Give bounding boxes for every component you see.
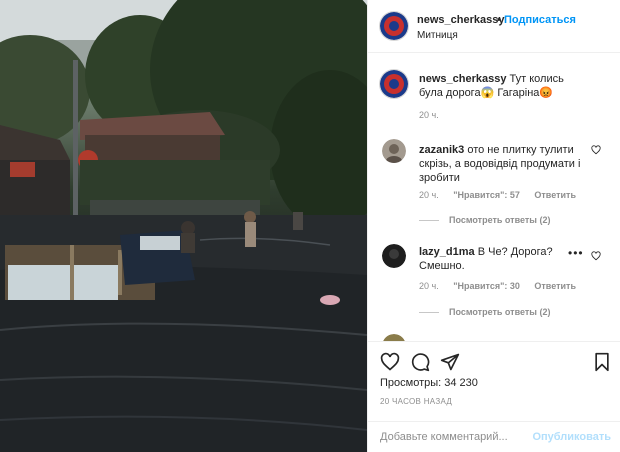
comment-body: lazy_d1ma В Че? Дорога? Смешно. (419, 245, 559, 273)
comment-time: 20 ч. (419, 281, 439, 291)
add-comment-bar: Опубликовать (368, 421, 620, 452)
comment-username[interactable]: zazanik3 (419, 144, 464, 156)
post-side-panel: news_cherkassy • Подписаться Митниця new… (367, 0, 620, 452)
user-photo-icon (382, 139, 406, 163)
share-icon[interactable] (440, 352, 460, 372)
avatar[interactable] (380, 12, 408, 40)
caption-time: 20 ч. (419, 110, 439, 120)
post-header: news_cherkassy • Подписаться Митниця (368, 0, 620, 53)
post-caption: news_cherkassy Тут колись була дорога😱 Г… (419, 72, 569, 100)
caption-avatar[interactable] (380, 70, 408, 98)
separator-dot: • (497, 14, 501, 26)
comment-avatar[interactable] (382, 139, 406, 163)
post-actions: Просмотры: 34 230 20 ЧАСОВ НАЗАД (368, 341, 620, 421)
comment-meta: 20 ч. "Нравится": 57 Ответить (419, 190, 576, 200)
comment-icon[interactable] (410, 352, 430, 372)
reply-button[interactable]: Ответить (534, 281, 576, 291)
comment-likes[interactable]: "Нравится": 30 (453, 281, 520, 291)
post-location[interactable]: Митниця (417, 30, 458, 41)
like-comment-heart-icon[interactable] (591, 145, 601, 155)
heart-icon[interactable] (380, 352, 400, 372)
post-author-username[interactable]: news_cherkassy (417, 14, 504, 26)
view-replies-label: Посмотреть ответы (2) (449, 215, 551, 225)
replies-line (419, 220, 439, 222)
views-count[interactable]: Просмотры: 34 230 (380, 377, 478, 389)
view-replies-label: Посмотреть ответы (2) (449, 307, 551, 317)
user-photo-icon (382, 244, 406, 268)
publish-button[interactable]: Опубликовать (532, 431, 611, 443)
like-comment-heart-icon[interactable] (591, 251, 601, 261)
post-time-ago: 20 ЧАСОВ НАЗАД (380, 397, 453, 406)
caption-username[interactable]: news_cherkassy (419, 73, 506, 85)
bookmark-icon[interactable] (592, 352, 612, 372)
comment-avatar[interactable] (382, 334, 406, 341)
replies-line (419, 312, 439, 314)
comments-list[interactable]: news_cherkassy Тут колись була дорога😱 Г… (368, 54, 620, 341)
view-replies-button[interactable]: Посмотреть ответы (2) (419, 215, 550, 225)
comment-username[interactable]: lazy_d1ma (419, 246, 475, 258)
avatar-logo-icon (380, 70, 408, 98)
follow-button[interactable]: Подписаться (504, 14, 576, 26)
comment-time: 20 ч. (419, 190, 439, 200)
comment-avatar[interactable] (382, 244, 406, 268)
comment-meta: 20 ч. "Нравится": 30 Ответить (419, 281, 576, 291)
flooded-street-photo (0, 0, 367, 452)
avatar-logo-icon (380, 12, 408, 40)
view-replies-button[interactable]: Посмотреть ответы (2) (419, 307, 550, 317)
user-photo-icon (383, 334, 405, 341)
comment-input[interactable] (380, 429, 530, 445)
comment-likes[interactable]: "Нравится": 57 (453, 190, 520, 200)
reply-button[interactable]: Ответить (534, 190, 576, 200)
comment-body: zazanik3 ото не плитку тулити скрізь, а … (419, 143, 587, 185)
more-options-icon[interactable]: ••• (568, 247, 584, 259)
post-photo[interactable] (0, 0, 367, 452)
